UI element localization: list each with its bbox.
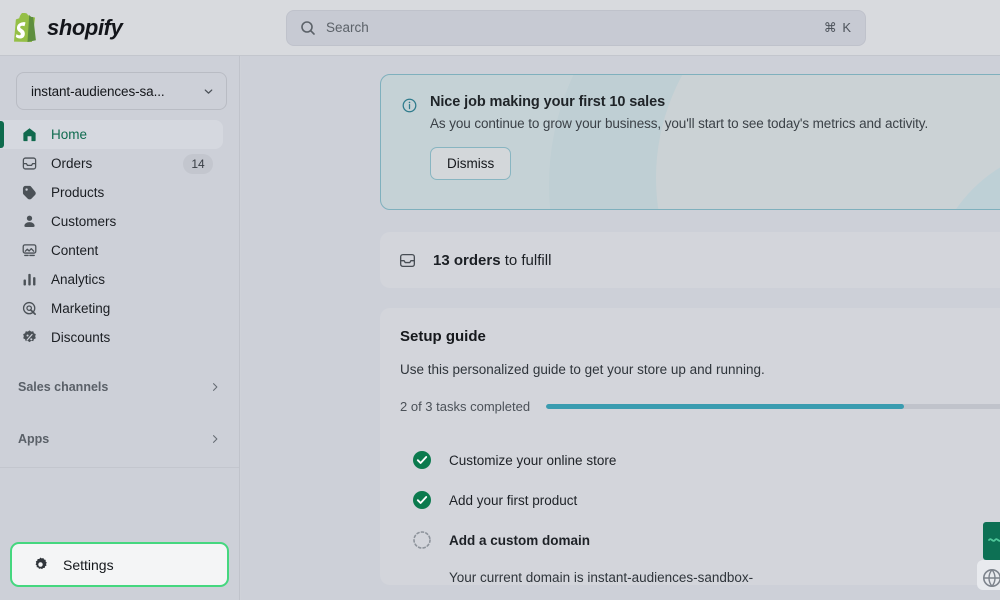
shopify-admin-window: shopify Search ⌘ K instant-audiences-sa.… [0, 0, 1000, 600]
sidebar-item-label: Orders [51, 156, 93, 171]
sidebar-item-label: Customers [51, 214, 117, 229]
task-description: Your current domain is instant-audiences… [449, 570, 754, 585]
sidebar-item-analytics[interactable]: Analytics [0, 265, 223, 294]
sidebar-item-label: Discounts [51, 330, 111, 345]
store-switcher[interactable]: instant-audiences-sa... [16, 72, 227, 110]
progress-bar-fill [546, 404, 904, 409]
setup-guide-card: Setup guide Use this personalized guide … [380, 308, 1000, 590]
progress-bar-track [546, 404, 1000, 409]
section-label: Apps [18, 432, 50, 446]
sidebar-item-label: Marketing [51, 301, 111, 316]
setup-task-item[interactable]: Add your first product [400, 480, 1000, 520]
setup-guide-subtitle: Use this personalized guide to get your … [400, 362, 765, 377]
sidebar-section-apps[interactable]: Apps [0, 426, 239, 452]
orders-count: 13 orders [433, 251, 501, 269]
sidebar-item-label: Content [51, 243, 99, 258]
setup-progress: 2 of 3 tasks completed [400, 399, 1000, 414]
sidebar: instant-audiences-sa... Home Orders 14 P… [0, 56, 240, 600]
search-shortcut-hint: ⌘ K [823, 19, 852, 35]
setup-task-list: Customize your online store Add your fir… [400, 440, 1000, 590]
marketing-target-icon [20, 300, 38, 318]
shopify-brand[interactable]: shopify [0, 13, 240, 42]
shopify-bag-icon [14, 13, 36, 42]
check-circle-filled-icon [413, 491, 431, 509]
main-content: Nice job making your first 10 sales As y… [241, 56, 1000, 600]
search-placeholder: Search [326, 20, 369, 35]
setup-task-item[interactable]: Customize your online store [400, 440, 1000, 480]
content-media-icon [20, 242, 38, 260]
discount-badge-icon [20, 329, 38, 347]
first-sales-banner: Nice job making your first 10 sales As y… [380, 74, 1000, 210]
sidebar-divider [0, 467, 239, 468]
primary-nav: Home Orders 14 Products Customers Conten… [0, 120, 239, 352]
settings-button[interactable]: Settings [10, 542, 229, 587]
search-icon [301, 20, 315, 35]
chevron-right-icon [212, 383, 218, 391]
setup-task-item-active[interactable]: Add a custom domain [400, 520, 1000, 560]
orders-count-badge: 14 [183, 153, 213, 174]
chevron-right-icon [212, 435, 218, 443]
store-name: instant-audiences-sa... [31, 83, 165, 99]
domain-card-illustration [977, 522, 1000, 590]
sidebar-item-orders[interactable]: Orders 14 [0, 149, 223, 178]
banner-body: As you continue to grow your business, y… [430, 116, 929, 131]
check-circle-filled-icon [413, 451, 431, 469]
brand-wordmark: shopify [47, 14, 123, 40]
banner-title: Nice job making your first 10 sales [430, 94, 666, 110]
sidebar-item-customers[interactable]: Customers [0, 207, 223, 236]
sidebar-item-marketing[interactable]: Marketing [0, 294, 223, 323]
settings-label: Settings [63, 556, 114, 573]
product-tag-icon [20, 184, 38, 202]
sidebar-section-sales-channels[interactable]: Sales channels [0, 374, 239, 400]
sidebar-item-products[interactable]: Products [0, 178, 223, 207]
search-area: Search ⌘ K [240, 9, 912, 46]
task-label: Add a custom domain [449, 532, 591, 548]
analytics-bars-icon [20, 271, 38, 289]
chevron-down-icon [204, 88, 213, 94]
sidebar-item-discounts[interactable]: Discounts [0, 323, 223, 352]
dismiss-button[interactable]: Dismiss [430, 147, 512, 180]
orders-inbox-icon [398, 251, 417, 270]
gear-icon [32, 556, 49, 573]
setup-guide-title: Setup guide [400, 328, 486, 345]
sidebar-item-label: Home [51, 127, 88, 142]
orders-suffix: to fulfill [500, 251, 552, 269]
dashed-circle-icon [413, 531, 431, 549]
sidebar-item-label: Products [51, 185, 105, 200]
customer-person-icon [20, 213, 38, 231]
orders-summary-text: 13 orders to fulfill [433, 252, 551, 269]
sidebar-item-home[interactable]: Home [0, 120, 223, 149]
orders-inbox-icon [20, 155, 38, 173]
home-icon [20, 126, 38, 144]
sidebar-item-label: Analytics [51, 272, 106, 287]
progress-label: 2 of 3 tasks completed [400, 399, 531, 414]
orders-to-fulfill-card[interactable]: 13 orders to fulfill [380, 232, 1000, 288]
sidebar-item-content[interactable]: Content [0, 236, 223, 265]
search-input[interactable]: Search ⌘ K [286, 9, 866, 46]
task-label: Add your first product [449, 492, 578, 508]
info-circle-icon [401, 97, 418, 180]
task-label: Customize your online store [449, 452, 617, 468]
top-bar: shopify Search ⌘ K [0, 0, 1000, 56]
section-label: Sales channels [18, 380, 109, 394]
